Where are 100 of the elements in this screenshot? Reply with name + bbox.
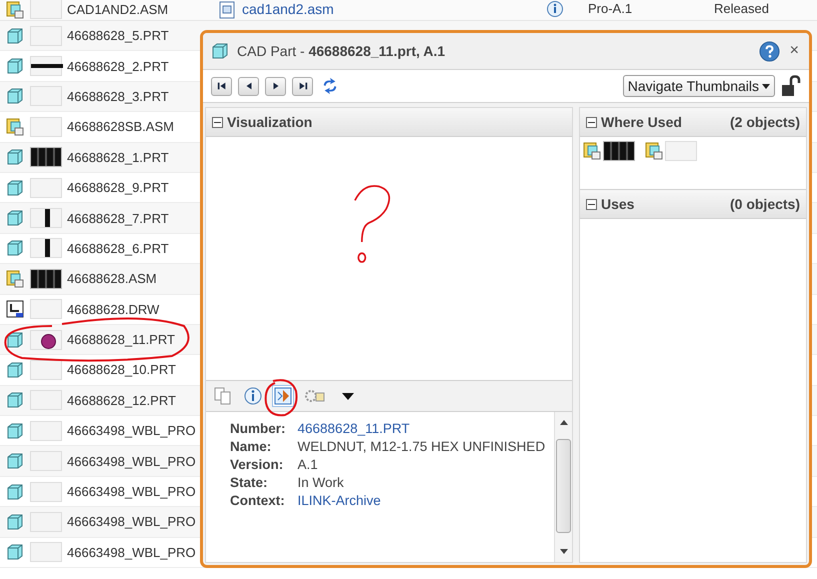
cube-icon xyxy=(6,26,24,45)
cube-icon xyxy=(6,209,24,228)
scrollbar[interactable] xyxy=(554,412,572,562)
file-name[interactable]: 46663498_WBL_PRO xyxy=(67,514,196,530)
file-name[interactable]: 46688628.DRW xyxy=(67,302,160,317)
gear-icon xyxy=(304,387,326,405)
file-name[interactable]: 46663498_WBL_PRO xyxy=(67,454,196,469)
field-label: State: xyxy=(230,475,269,490)
caret-icon xyxy=(762,84,770,88)
file-name[interactable]: 46688628_9.PRT xyxy=(67,180,169,196)
thumbnail-drawing xyxy=(30,299,62,320)
info-icon xyxy=(244,387,262,405)
file-name: CAD1AND2.ASM xyxy=(67,2,168,16)
file-name[interactable]: 46688628.ASM xyxy=(67,271,157,286)
file-name[interactable]: 46688628_5.PRT xyxy=(67,28,169,44)
thumbnail-drawing xyxy=(30,420,62,441)
unlocked-padlock-icon[interactable] xyxy=(781,75,801,97)
file-name[interactable]: 46688628SB.ASM xyxy=(67,119,174,134)
cube-icon xyxy=(6,87,24,106)
field-value: In Work xyxy=(298,475,345,490)
field-label: Context: xyxy=(230,493,286,508)
cube-icon xyxy=(6,452,24,470)
copy-icon xyxy=(214,387,232,405)
cube-icon xyxy=(6,512,24,531)
first-button[interactable] xyxy=(211,76,232,96)
thumbnail-drawing[interactable] xyxy=(665,141,697,161)
cube-icon xyxy=(6,482,24,501)
help-icon[interactable] xyxy=(758,40,780,62)
field-value: WELDNUT, M12-1.75 HEX UNFINISHED xyxy=(298,439,546,454)
panel-title: Where Used xyxy=(601,114,682,130)
thumbnail-drawing xyxy=(30,238,62,258)
cube-icon xyxy=(6,148,24,166)
file-name[interactable]: 46688628_11.PRT xyxy=(67,332,175,348)
cube-icon xyxy=(6,391,24,410)
file-name[interactable]: 46688628_1.PRT xyxy=(67,150,169,165)
thumbnail-drawing xyxy=(30,56,62,76)
assembly-icon xyxy=(6,270,24,288)
refresh-icon[interactable] xyxy=(321,77,339,95)
field-link[interactable]: 46688628_11.PRT xyxy=(298,421,554,436)
version-text: Pro-A.1 xyxy=(588,0,634,18)
toolbar-tool[interactable] xyxy=(242,385,264,407)
file-name[interactable]: 46663498_WBL_PRO xyxy=(67,423,196,438)
file-name[interactable]: 46688628_12.PRT xyxy=(67,392,176,408)
thumbnail-drawing xyxy=(30,451,62,472)
thumbnail-drawing xyxy=(30,482,62,502)
panel-header[interactable]: Uses (0 objects) xyxy=(580,190,806,219)
object-count: (0 objects) xyxy=(730,196,800,212)
assembly-icon[interactable] xyxy=(645,142,663,160)
thumbnail-drawing[interactable] xyxy=(603,141,635,161)
file-name[interactable]: 46688628_7.PRT xyxy=(67,210,169,226)
field-label: Name: xyxy=(230,439,272,454)
scroll-up-icon[interactable] xyxy=(560,420,568,425)
assembly-icon xyxy=(6,118,24,136)
file-name[interactable]: 46663498_WBL_PRO xyxy=(67,544,196,560)
navigate-dropdown[interactable]: Navigate Thumbnails xyxy=(622,75,775,97)
panel-title: Uses xyxy=(601,196,634,212)
window-title: CAD Part - 46688628_11.prt, A.1 xyxy=(237,43,446,59)
thumbnail-drawing xyxy=(30,116,62,137)
cube-icon xyxy=(6,422,24,440)
thumbnail-drawing xyxy=(30,330,62,350)
cube-icon xyxy=(6,330,24,349)
toolbar-tool[interactable] xyxy=(272,385,294,407)
panel-title: Visualization xyxy=(227,114,312,130)
skip-first-icon xyxy=(216,81,226,91)
file-link[interactable]: cad1and2.asm xyxy=(242,0,546,18)
caret-icon[interactable] xyxy=(342,392,354,400)
previous-button[interactable] xyxy=(238,76,259,96)
info-icon[interactable] xyxy=(546,0,564,18)
last-button[interactable] xyxy=(292,76,313,96)
cube-icon xyxy=(211,42,229,60)
field-label: Number: xyxy=(230,421,286,436)
collapse-icon[interactable] xyxy=(586,116,597,128)
state-text: Released xyxy=(714,0,769,18)
file-name[interactable]: 46688628_6.PRT xyxy=(67,240,169,256)
thumbnail-drawing xyxy=(30,390,62,410)
cube-icon xyxy=(6,57,24,76)
collapse-icon[interactable] xyxy=(586,198,597,210)
assembly-icon[interactable] xyxy=(583,142,601,160)
file-name[interactable]: 46688628_10.PRT xyxy=(67,362,176,378)
close-button[interactable]: × xyxy=(788,42,801,60)
panel-header[interactable]: Visualization xyxy=(206,108,572,137)
cube-icon xyxy=(6,178,24,197)
cube-icon xyxy=(6,239,24,258)
thumbnail-drawing xyxy=(30,268,62,289)
thumbnail-drawing xyxy=(30,512,62,532)
field-value: A.1 xyxy=(298,457,319,472)
field-link[interactable]: ILINK-Archive xyxy=(298,493,554,508)
cube-icon xyxy=(6,360,24,379)
file-name[interactable]: 46688628_3.PRT xyxy=(67,88,169,104)
file-name[interactable]: 46663498_WBL_PRO xyxy=(67,484,196,500)
cube-icon xyxy=(6,543,24,562)
file-name[interactable]: 46688628_2.PRT xyxy=(67,58,169,74)
object-count: (2 objects) xyxy=(730,114,800,130)
next-button[interactable] xyxy=(265,76,286,96)
skip-last-icon xyxy=(298,81,308,91)
right-triangle-icon xyxy=(270,81,280,91)
thumbnail-drawing xyxy=(30,86,62,106)
panel-header[interactable]: Where Used (2 objects) xyxy=(580,108,806,137)
collapse-icon[interactable] xyxy=(212,116,223,128)
scroll-down-icon[interactable] xyxy=(560,549,568,554)
